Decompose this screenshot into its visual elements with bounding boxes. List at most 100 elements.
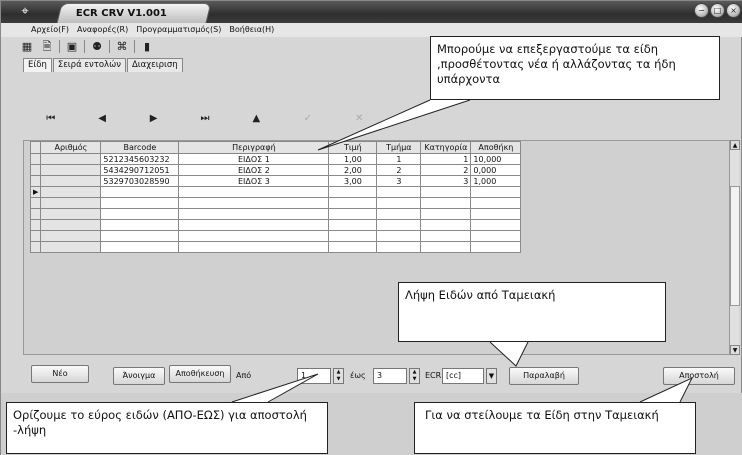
table-row[interactable]: 5434290712051 ΕΙΔΟΣ 2 2,00 2 2 0,000 (29, 164, 522, 176)
cancel-record-icon[interactable]: ✕ (334, 113, 385, 124)
cell-category[interactable]: 2 (420, 164, 472, 176)
cell-price[interactable] (328, 219, 378, 231)
table-row[interactable] (29, 208, 522, 220)
cell-department[interactable] (376, 208, 422, 220)
cell-stock[interactable] (470, 197, 522, 209)
row-selector[interactable] (29, 175, 42, 187)
table-row[interactable]: 5212345603232 ΕΙΔΟΣ 1 1,00 1 1 10,000 (29, 153, 522, 165)
cell-category[interactable] (420, 241, 472, 253)
ecr-dropdown-icon[interactable]: ▼ (486, 368, 497, 384)
table-row[interactable]: 5329703028590 ΕΙΔΟΣ 3 3,00 3 3 1,000 (29, 175, 522, 187)
new-button[interactable]: Νέο (31, 365, 89, 383)
cell-department[interactable]: 1 (376, 153, 422, 165)
table-row[interactable] (29, 241, 522, 253)
first-record-icon[interactable]: ⏮ (25, 113, 76, 124)
scroll-up-icon[interactable]: ▲ (730, 140, 740, 150)
row-selector[interactable] (29, 153, 42, 165)
cell-description[interactable] (178, 208, 330, 220)
cell-description[interactable] (178, 219, 330, 231)
cell-price[interactable]: 3,00 (328, 175, 378, 187)
cell-number[interactable] (40, 241, 102, 253)
cell-stock[interactable]: 10,000 (470, 153, 522, 165)
cell-description[interactable] (178, 241, 330, 253)
column-header-number[interactable]: Αριθμός (40, 141, 102, 154)
row-selector[interactable] (29, 230, 42, 242)
table-row[interactable] (29, 197, 522, 209)
scroll-down-icon[interactable]: ▼ (730, 345, 740, 355)
cell-price[interactable] (328, 197, 378, 209)
cell-description[interactable]: ΕΙΔΟΣ 2 (178, 164, 330, 176)
cell-category[interactable]: 3 (420, 175, 472, 187)
cell-description[interactable] (178, 197, 330, 209)
table-row[interactable] (29, 219, 522, 231)
cell-number[interactable] (40, 164, 102, 176)
save-button[interactable]: Αποθήκευση (169, 365, 231, 383)
from-spinner[interactable]: ▲ ▼ (333, 368, 344, 384)
menu-file[interactable]: Αρχείο(F) (31, 23, 69, 37)
menu-reports[interactable]: Αναφορές(R) (77, 23, 128, 37)
close-button[interactable]: × (726, 3, 741, 18)
users-icon[interactable]: ⚉ (89, 40, 105, 54)
current-row-indicator[interactable]: ▶ (29, 186, 42, 198)
column-header-category[interactable]: Κατηγορία (420, 141, 472, 154)
cell-category[interactable] (420, 208, 472, 220)
cell-barcode[interactable]: 5434290712051 (100, 164, 180, 176)
cell-price[interactable]: 2,00 (328, 164, 378, 176)
cell-price[interactable] (328, 208, 378, 220)
cell-department[interactable] (376, 219, 422, 231)
cell-stock[interactable] (470, 241, 522, 253)
insert-record-icon[interactable]: ▲ (231, 113, 282, 124)
cell-category[interactable] (420, 186, 472, 198)
next-record-icon[interactable]: ▶ (128, 113, 179, 124)
cell-stock[interactable]: 1,000 (470, 175, 522, 187)
column-header-stock[interactable]: Αποθήκη (470, 141, 522, 154)
cell-description[interactable] (178, 230, 330, 242)
cell-barcode[interactable] (100, 219, 180, 231)
prev-record-icon[interactable]: ◀ (76, 113, 127, 124)
cell-barcode[interactable] (100, 208, 180, 220)
cell-category[interactable]: 1 (420, 153, 472, 165)
row-selector[interactable] (29, 208, 42, 220)
cell-category[interactable] (420, 219, 472, 231)
cell-barcode[interactable] (100, 186, 180, 198)
cell-number[interactable] (40, 230, 102, 242)
tab-items[interactable]: Είδη (23, 58, 52, 72)
cell-department[interactable] (376, 197, 422, 209)
cell-barcode[interactable]: 5329703028590 (100, 175, 180, 187)
cell-price[interactable]: 1,00 (328, 153, 378, 165)
column-header-barcode[interactable]: Barcode (100, 141, 180, 154)
send-button[interactable]: Αποστολή (663, 367, 735, 385)
table-row[interactable]: ▶ (29, 186, 522, 198)
from-input[interactable]: 1 (297, 368, 331, 384)
receive-button[interactable]: Παραλαβή (509, 367, 579, 385)
cell-stock[interactable] (470, 186, 522, 198)
grid-icon[interactable]: ▦ (19, 40, 35, 54)
cell-number[interactable] (40, 153, 102, 165)
cell-department[interactable]: 2 (376, 164, 422, 176)
document-icon[interactable]: 🗎 (39, 40, 55, 54)
scroll-thumb[interactable] (730, 186, 740, 306)
cell-number[interactable] (40, 208, 102, 220)
open-button[interactable]: Άνοιγμα (113, 367, 165, 385)
cell-barcode[interactable] (100, 197, 180, 209)
cell-barcode[interactable] (100, 230, 180, 242)
row-selector[interactable] (29, 197, 42, 209)
cell-category[interactable] (420, 197, 472, 209)
minimize-button[interactable]: − (694, 3, 709, 18)
cell-number[interactable] (40, 186, 102, 198)
cell-barcode[interactable]: 5212345603232 (100, 153, 180, 165)
to-spinner[interactable]: ▲ ▼ (409, 368, 420, 384)
row-selector[interactable] (29, 219, 42, 231)
cell-department[interactable]: 3 (376, 175, 422, 187)
post-record-icon[interactable]: ✓ (282, 113, 333, 124)
tab-management[interactable]: Διαχειριση (126, 58, 183, 72)
cell-description[interactable] (178, 186, 330, 198)
cell-category[interactable] (420, 230, 472, 242)
cell-description[interactable]: ΕΙΔΟΣ 3 (178, 175, 330, 187)
cell-department[interactable] (376, 186, 422, 198)
last-record-icon[interactable]: ⏭ (179, 113, 230, 124)
ecr-select[interactable]: [cc] (442, 368, 484, 384)
column-header-department[interactable]: Τμήμα (376, 141, 422, 154)
row-selector[interactable] (29, 164, 42, 176)
cell-price[interactable] (328, 186, 378, 198)
